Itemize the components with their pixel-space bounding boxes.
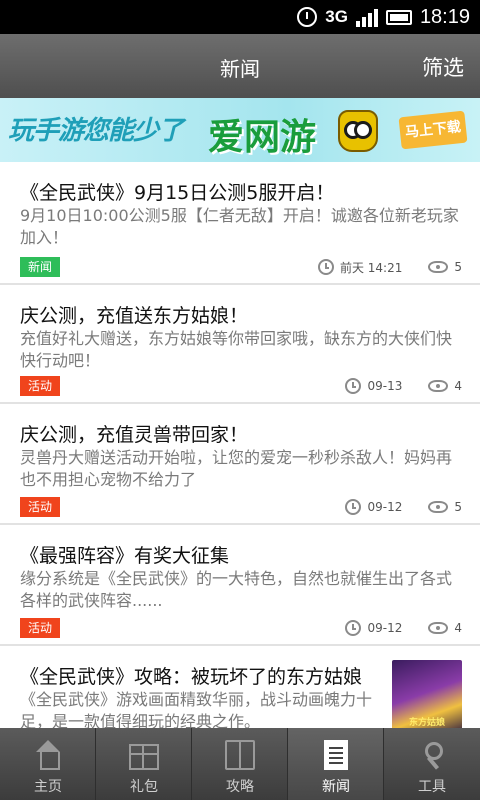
tab-gifts[interactable]: 礼包 — [96, 728, 192, 800]
thumbnail-caption: 东方姑娘 — [408, 718, 445, 728]
article-time: 前天 14:21 — [339, 260, 403, 275]
list-item[interactable]: 庆公测，充值灵兽带回家！ 灵兽丹大赠送活动开始啦，让您的爱宠一秒秒杀敌人！妈妈再… — [0, 404, 480, 525]
article-title: 《最强阵容》有奖大征集 — [20, 545, 230, 567]
tab-label: 新闻 — [322, 779, 350, 795]
banner-brand: 爱网游 — [208, 117, 317, 158]
tab-tools[interactable]: 工具 — [384, 728, 480, 800]
article-time: 09-12 — [367, 621, 403, 635]
banner-download-button[interactable]: 马上下载 — [398, 110, 468, 150]
article-meta: 09-12 4 — [345, 618, 462, 638]
article-title: 庆公测，充值灵兽带回家！ — [20, 424, 249, 446]
article-time: 09-12 — [367, 500, 403, 514]
article-time: 09-13 — [367, 379, 403, 393]
article-title: 《全民武侠》9月15日公测5服开启！ — [20, 182, 335, 204]
banner-slogan: 玩手游您能少了 — [8, 116, 184, 146]
tab-guides[interactable]: 攻略 — [192, 728, 288, 800]
clock-icon — [345, 378, 362, 394]
eye-icon — [428, 261, 449, 273]
list-item[interactable]: 《全民武侠》攻略：被玩坏了的东方姑娘 《全民武侠》游戏画面精致华丽，战斗动画魄力… — [0, 646, 480, 728]
page-title: 新闻 — [220, 57, 260, 81]
news-icon — [324, 740, 348, 770]
clock-icon — [317, 259, 334, 275]
article-summary: 9月10日10:00公测5服【仁者无敌】开启！诚邀各位新老玩家加入！ — [20, 206, 459, 247]
filter-button[interactable]: 筛选 — [422, 52, 464, 82]
news-list[interactable]: 《全民武侠》9月15日公测5服开启！ 9月10日10:00公测5服【仁者无敌】开… — [0, 162, 480, 728]
eye-icon — [428, 380, 449, 392]
article-meta: 09-12 5 — [345, 497, 462, 517]
article-summary: 灵兽丹大赠送活动开始啦，让您的爱宠一秒秒杀敌人！妈妈再也不用担心宠物不给力了 — [20, 448, 453, 489]
tab-label: 礼包 — [130, 779, 158, 795]
article-title: 《全民武侠》攻略：被玩坏了的东方姑娘 — [20, 666, 363, 688]
category-badge: 新闻 — [20, 257, 60, 277]
article-summary: 缘分系统是《全民武侠》的一大特色，自然也就催生出了各式各样的武侠阵容...... — [20, 569, 453, 610]
clock: 18:19 — [419, 5, 470, 28]
eye-icon — [428, 622, 449, 634]
alarm-icon — [297, 7, 318, 27]
battery-icon — [385, 9, 412, 25]
list-item[interactable]: 《全民武侠》9月15日公测5服开启！ 9月10日10:00公测5服【仁者无敌】开… — [0, 162, 480, 285]
list-item[interactable]: 庆公测，充值送东方姑娘！ 充值好礼大赠送，东方姑娘等你带回家哦，缺东方的大侠们快… — [0, 285, 480, 404]
article-meta: 09-13 4 — [345, 376, 462, 396]
article-thumbnail: 东方姑娘 — [392, 660, 462, 728]
bottom-navigation: 主页 礼包 攻略 新闻 工具 — [0, 728, 480, 800]
article-views: 4 — [454, 621, 462, 635]
book-icon — [225, 740, 255, 770]
article-views: 5 — [454, 260, 462, 274]
article-summary: 《全民武侠》游戏画面精致华丽，战斗动画魄力十足，是一款值得细玩的经典之作。 — [20, 690, 373, 728]
article-views: 4 — [454, 379, 462, 393]
status-bar-indicators: 3G 18:19 — [297, 4, 470, 30]
tab-label: 工具 — [418, 779, 446, 795]
header: 新闻 筛选 — [0, 34, 480, 98]
article-summary: 充值好礼大赠送，东方姑娘等你带回家哦，缺东方的大侠们快快行动吧！ — [20, 329, 453, 370]
article-views: 5 — [454, 500, 462, 514]
signal-icon — [355, 7, 378, 27]
tab-label: 攻略 — [226, 779, 254, 795]
ad-banner[interactable]: 玩手游您能少了 爱网游 马上下载 — [0, 98, 480, 162]
owl-mascot-icon — [338, 110, 378, 152]
category-badge: 活动 — [20, 376, 60, 396]
tool-icon — [417, 740, 447, 770]
gift-icon — [129, 744, 159, 770]
category-badge: 活动 — [20, 618, 60, 638]
tab-news[interactable]: 新闻 — [288, 728, 384, 800]
home-icon — [33, 740, 63, 770]
article-meta: 前天 14:21 5 — [317, 257, 462, 277]
tab-home[interactable]: 主页 — [0, 728, 96, 800]
tab-label: 主页 — [34, 779, 62, 795]
clock-icon — [345, 499, 362, 515]
article-title: 庆公测，充值送东方姑娘！ — [20, 305, 249, 327]
list-item[interactable]: 《最强阵容》有奖大征集 缘分系统是《全民武侠》的一大特色，自然也就催生出了各式各… — [0, 525, 480, 646]
clock-icon — [345, 620, 362, 636]
network-type: 3G — [325, 7, 348, 26]
category-badge: 活动 — [20, 497, 60, 517]
eye-icon — [428, 501, 449, 513]
status-bar: 3G 18:19 — [0, 0, 480, 34]
